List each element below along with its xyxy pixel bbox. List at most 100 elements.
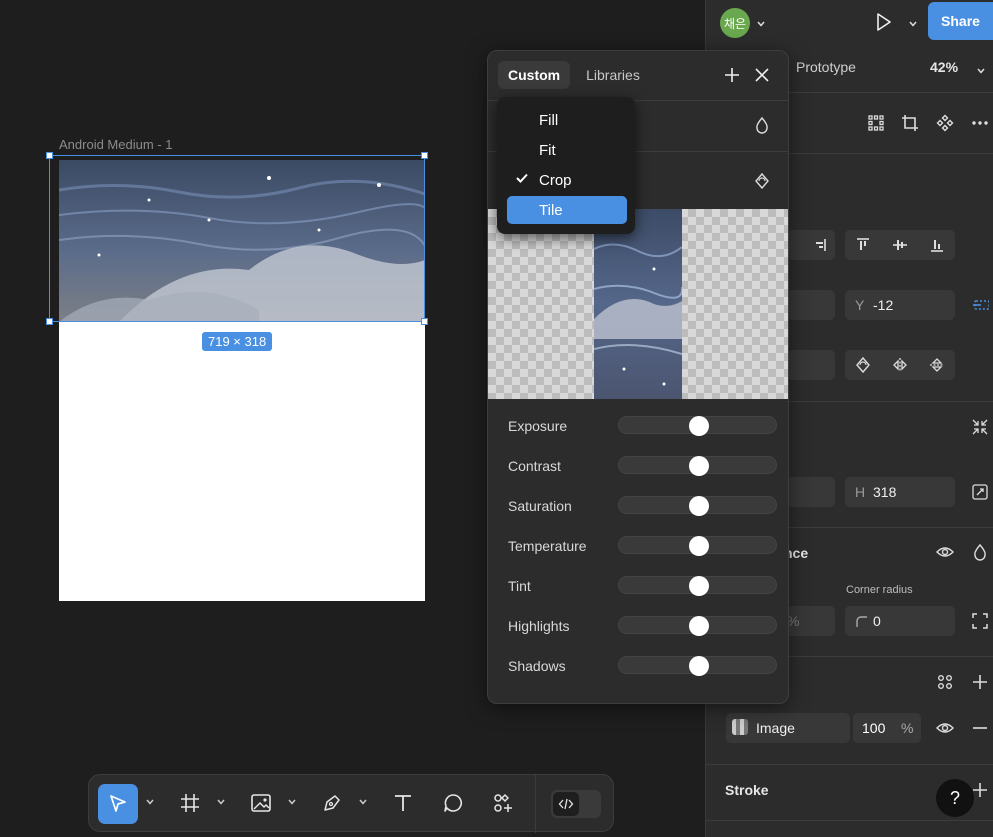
slider-track[interactable] xyxy=(618,536,777,556)
chevron-down-icon[interactable] xyxy=(358,797,368,807)
resize-to-fit-icon[interactable] xyxy=(966,478,993,506)
eye-icon[interactable] xyxy=(931,538,959,566)
blend-drop-icon[interactable] xyxy=(748,111,776,139)
slider-track[interactable] xyxy=(618,576,777,596)
slider-knob[interactable] xyxy=(689,616,709,636)
chevron-down-icon[interactable] xyxy=(756,16,766,27)
add-fill-icon[interactable] xyxy=(966,668,993,696)
menu-item-crop[interactable]: Crop xyxy=(507,166,627,194)
zoom-level[interactable]: 42% xyxy=(930,59,958,75)
slider-knob[interactable] xyxy=(689,456,709,476)
rotation-field[interactable] xyxy=(787,350,835,380)
collapse-icon[interactable] xyxy=(966,413,993,441)
independent-corners-icon[interactable] xyxy=(966,607,993,635)
tab-libraries[interactable]: Libraries xyxy=(576,61,650,89)
styles-icon[interactable] xyxy=(931,668,959,696)
help-label: ? xyxy=(949,787,960,808)
image-preview[interactable] xyxy=(488,209,788,399)
fill-type-field[interactable]: Image xyxy=(726,713,850,743)
slider-track[interactable] xyxy=(618,456,777,476)
align-right-icon[interactable] xyxy=(805,231,833,259)
remove-fill-icon[interactable] xyxy=(966,714,993,742)
rotate-image-icon[interactable] xyxy=(748,167,776,195)
slider-label: Temperature xyxy=(508,538,587,554)
menu-item-label: Tile xyxy=(539,202,563,219)
dev-mode-toggle[interactable] xyxy=(551,790,601,818)
resize-handle-top-left[interactable] xyxy=(46,152,53,159)
flip-vertical-icon[interactable] xyxy=(923,351,951,379)
avatar[interactable]: 채은 xyxy=(720,8,750,38)
resize-handle-bottom-left[interactable] xyxy=(46,318,53,325)
component-icon[interactable] xyxy=(931,109,959,137)
fill-type-label: Image xyxy=(756,720,795,736)
code-icon xyxy=(558,798,574,810)
slider-label: Exposure xyxy=(508,418,568,434)
x-position-field[interactable] xyxy=(787,290,835,320)
chevron-down-icon[interactable] xyxy=(287,797,297,807)
share-button[interactable]: Share xyxy=(928,2,993,40)
text-tool-icon[interactable] xyxy=(389,789,417,817)
chevron-down-icon[interactable] xyxy=(216,797,226,807)
share-button-label: Share xyxy=(941,13,980,29)
chevron-down-icon[interactable] xyxy=(908,16,918,27)
slider-label: Contrast xyxy=(508,458,561,474)
grid-icon[interactable] xyxy=(862,109,890,137)
align-top-icon[interactable] xyxy=(849,231,877,259)
move-tool-button[interactable] xyxy=(98,784,138,824)
dev-mode-divider xyxy=(535,775,536,833)
opacity-field[interactable]: % xyxy=(787,606,835,636)
corner-radius-field[interactable]: 0 xyxy=(845,606,955,636)
crop-icon[interactable] xyxy=(896,109,924,137)
y-position-field[interactable]: Y -12 xyxy=(845,290,955,320)
slider-tint: Tint xyxy=(508,576,778,596)
frame-tool-icon[interactable] xyxy=(176,789,204,817)
blend-drop-icon[interactable] xyxy=(966,538,993,566)
add-icon[interactable] xyxy=(718,61,746,89)
chevron-down-icon[interactable] xyxy=(976,63,986,74)
image-tool-icon[interactable] xyxy=(247,789,275,817)
slider-track[interactable] xyxy=(618,656,777,676)
slider-knob[interactable] xyxy=(689,656,709,676)
resize-handle-bottom-right[interactable] xyxy=(421,318,428,325)
play-icon[interactable] xyxy=(872,11,894,33)
close-icon[interactable] xyxy=(748,61,776,89)
actions-tool-icon[interactable] xyxy=(489,789,517,817)
rotate-icon[interactable] xyxy=(849,351,877,379)
align-bottom-icon[interactable] xyxy=(923,231,951,259)
slider-track[interactable] xyxy=(618,496,777,516)
chevron-down-icon[interactable] xyxy=(145,797,155,807)
align-middle-icon[interactable] xyxy=(886,231,914,259)
dev-mode-knob xyxy=(553,792,579,816)
slider-track[interactable] xyxy=(618,416,777,436)
help-button[interactable]: ? xyxy=(936,779,974,817)
h-value: 318 xyxy=(873,484,897,500)
comment-tool-icon[interactable] xyxy=(439,789,467,817)
frame-label[interactable]: Android Medium - 1 xyxy=(59,137,172,152)
image-fill-swatch-icon[interactable] xyxy=(732,719,748,735)
slider-knob[interactable] xyxy=(689,416,709,436)
slider-knob[interactable] xyxy=(689,576,709,596)
menu-item-fill[interactable]: Fill xyxy=(507,106,627,134)
fill-opacity-field[interactable]: 100 % xyxy=(853,713,921,743)
transform-group xyxy=(845,350,955,380)
tab-custom[interactable]: Custom xyxy=(498,61,571,89)
pen-tool-icon[interactable] xyxy=(318,789,346,817)
y-value: -12 xyxy=(873,297,894,313)
tab-prototype[interactable]: Prototype xyxy=(796,59,856,75)
constraints-icon[interactable] xyxy=(966,291,993,319)
slider-knob[interactable] xyxy=(689,496,709,516)
slider-knob[interactable] xyxy=(689,536,709,556)
menu-item-fit[interactable]: Fit xyxy=(507,136,627,164)
flip-horizontal-icon[interactable] xyxy=(886,351,914,379)
resize-handle-top-right[interactable] xyxy=(421,152,428,159)
slider-saturation: Saturation xyxy=(508,496,778,516)
pointer-icon xyxy=(110,795,126,812)
slider-track[interactable] xyxy=(618,616,777,636)
height-field[interactable]: H 318 xyxy=(845,477,955,507)
eye-icon[interactable] xyxy=(931,714,959,742)
slider-label: Tint xyxy=(508,578,531,594)
menu-item-tile[interactable]: Tile xyxy=(507,196,627,224)
width-field[interactable] xyxy=(787,477,835,507)
more-icon[interactable] xyxy=(966,109,993,137)
selection-box[interactable] xyxy=(46,152,428,325)
